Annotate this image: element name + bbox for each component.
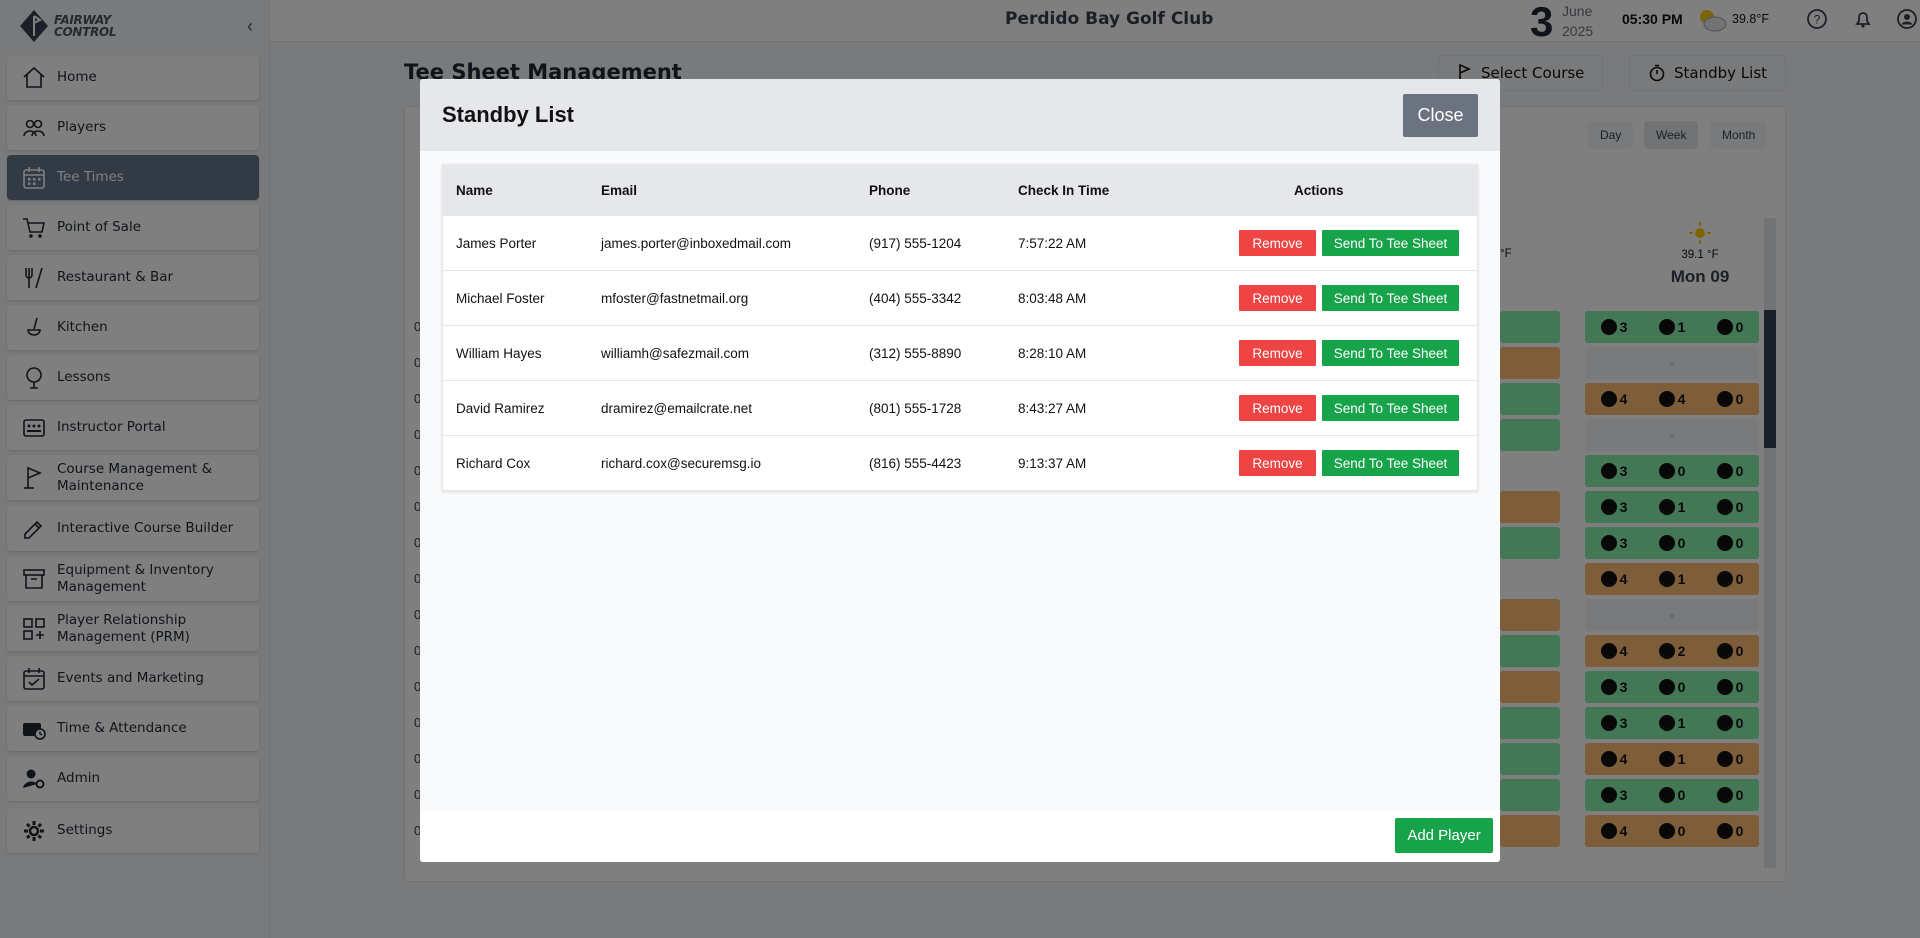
- standby-list-modal: Standby List Close Name Email Phone Chec…: [420, 79, 1500, 862]
- cell-phone: (917) 555-1204: [869, 235, 962, 251]
- column-header-check-in-time: Check In Time: [1018, 182, 1110, 198]
- send-to-tee-sheet-button[interactable]: Send To Tee Sheet: [1322, 230, 1459, 256]
- column-header-actions: Actions: [1294, 182, 1344, 198]
- row-actions: Remove Send To Tee Sheet: [1239, 230, 1459, 256]
- remove-button[interactable]: Remove: [1239, 285, 1316, 311]
- cell-name: David Ramirez: [456, 400, 545, 416]
- table-row: James Porter james.porter@inboxedmail.com…: [443, 215, 1477, 270]
- remove-button[interactable]: Remove: [1239, 395, 1316, 421]
- cell-name: Michael Foster: [456, 290, 545, 306]
- cell-check-in-time: 8:03:48 AM: [1018, 290, 1087, 306]
- table-row: Richard Cox richard.cox@securemsg.io (816)…: [443, 435, 1477, 490]
- cell-phone: (404) 555-3342: [869, 290, 962, 306]
- cell-email: mfoster@fastnetmail.org: [601, 290, 749, 306]
- row-actions: Remove Send To Tee Sheet: [1239, 395, 1459, 421]
- remove-button[interactable]: Remove: [1239, 450, 1316, 476]
- cell-check-in-time: 9:13:37 AM: [1018, 455, 1087, 471]
- cell-email: williamh@safezmail.com: [601, 345, 749, 361]
- modal-header: Standby List Close: [420, 79, 1500, 151]
- row-actions: Remove Send To Tee Sheet: [1239, 450, 1459, 476]
- send-to-tee-sheet-button[interactable]: Send To Tee Sheet: [1322, 395, 1459, 421]
- table-row: David Ramirez dramirez@emailcrate.net (801…: [443, 380, 1477, 435]
- cell-phone: (816) 555-4423: [869, 455, 962, 471]
- column-header-phone: Phone: [869, 182, 911, 198]
- modal-body: Name Email Phone Check In Time Actions J…: [420, 151, 1500, 811]
- standby-table: Name Email Phone Check In Time Actions J…: [442, 164, 1478, 491]
- row-actions: Remove Send To Tee Sheet: [1239, 340, 1459, 366]
- remove-button[interactable]: Remove: [1239, 340, 1316, 366]
- table-row: William Hayes williamh@safezmail.com (312)…: [443, 325, 1477, 380]
- modal-title: Standby List: [442, 102, 575, 127]
- cell-check-in-time: 8:43:27 AM: [1018, 400, 1087, 416]
- modal-footer: Add Player: [420, 811, 1500, 862]
- send-to-tee-sheet-button[interactable]: Send To Tee Sheet: [1322, 340, 1459, 366]
- cell-name: William Hayes: [456, 345, 542, 361]
- close-button[interactable]: Close: [1403, 93, 1478, 137]
- cell-name: James Porter: [456, 235, 537, 251]
- add-player-button[interactable]: Add Player: [1395, 818, 1493, 853]
- column-header-name: Name: [456, 182, 493, 198]
- cell-check-in-time: 7:57:22 AM: [1018, 235, 1087, 251]
- cell-phone: (312) 555-8890: [869, 345, 962, 361]
- cell-email: dramirez@emailcrate.net: [601, 400, 753, 416]
- remove-button[interactable]: Remove: [1239, 230, 1316, 256]
- column-header-email: Email: [601, 182, 638, 198]
- table-header: Name Email Phone Check In Time Actions: [443, 165, 1477, 215]
- send-to-tee-sheet-button[interactable]: Send To Tee Sheet: [1322, 450, 1459, 476]
- cell-name: Richard Cox: [456, 455, 531, 471]
- cell-phone: (801) 555-1728: [869, 400, 962, 416]
- cell-email: richard.cox@securemsg.io: [601, 455, 762, 471]
- row-actions: Remove Send To Tee Sheet: [1239, 285, 1459, 311]
- cell-email: james.porter@inboxedmail.com: [601, 235, 792, 251]
- cell-check-in-time: 8:28:10 AM: [1018, 345, 1087, 361]
- table-row: Michael Foster mfoster@fastnetmail.org (40…: [443, 270, 1477, 325]
- send-to-tee-sheet-button[interactable]: Send To Tee Sheet: [1322, 285, 1459, 311]
